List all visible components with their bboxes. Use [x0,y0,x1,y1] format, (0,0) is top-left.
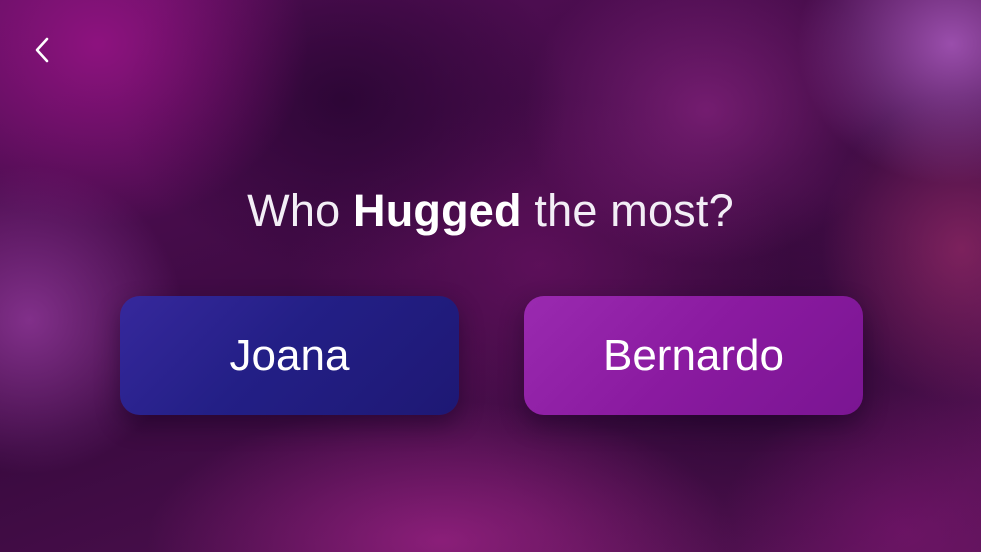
answer-label: Joana [229,330,350,380]
question-suffix: the most? [534,185,734,236]
back-button[interactable] [26,32,58,68]
quiz-screen: Who Hugged the most? Joana Bernardo [0,0,981,552]
question-prefix: Who [247,185,341,236]
answer-label: Bernardo [602,330,784,380]
question-title: Who Hugged the most? [0,183,981,239]
answer-button-bernardo[interactable]: Bernardo [524,296,863,415]
chevron-left-icon [35,37,49,63]
question-emphasis: Hugged [353,185,522,236]
answer-button-joana[interactable]: Joana [120,296,459,415]
